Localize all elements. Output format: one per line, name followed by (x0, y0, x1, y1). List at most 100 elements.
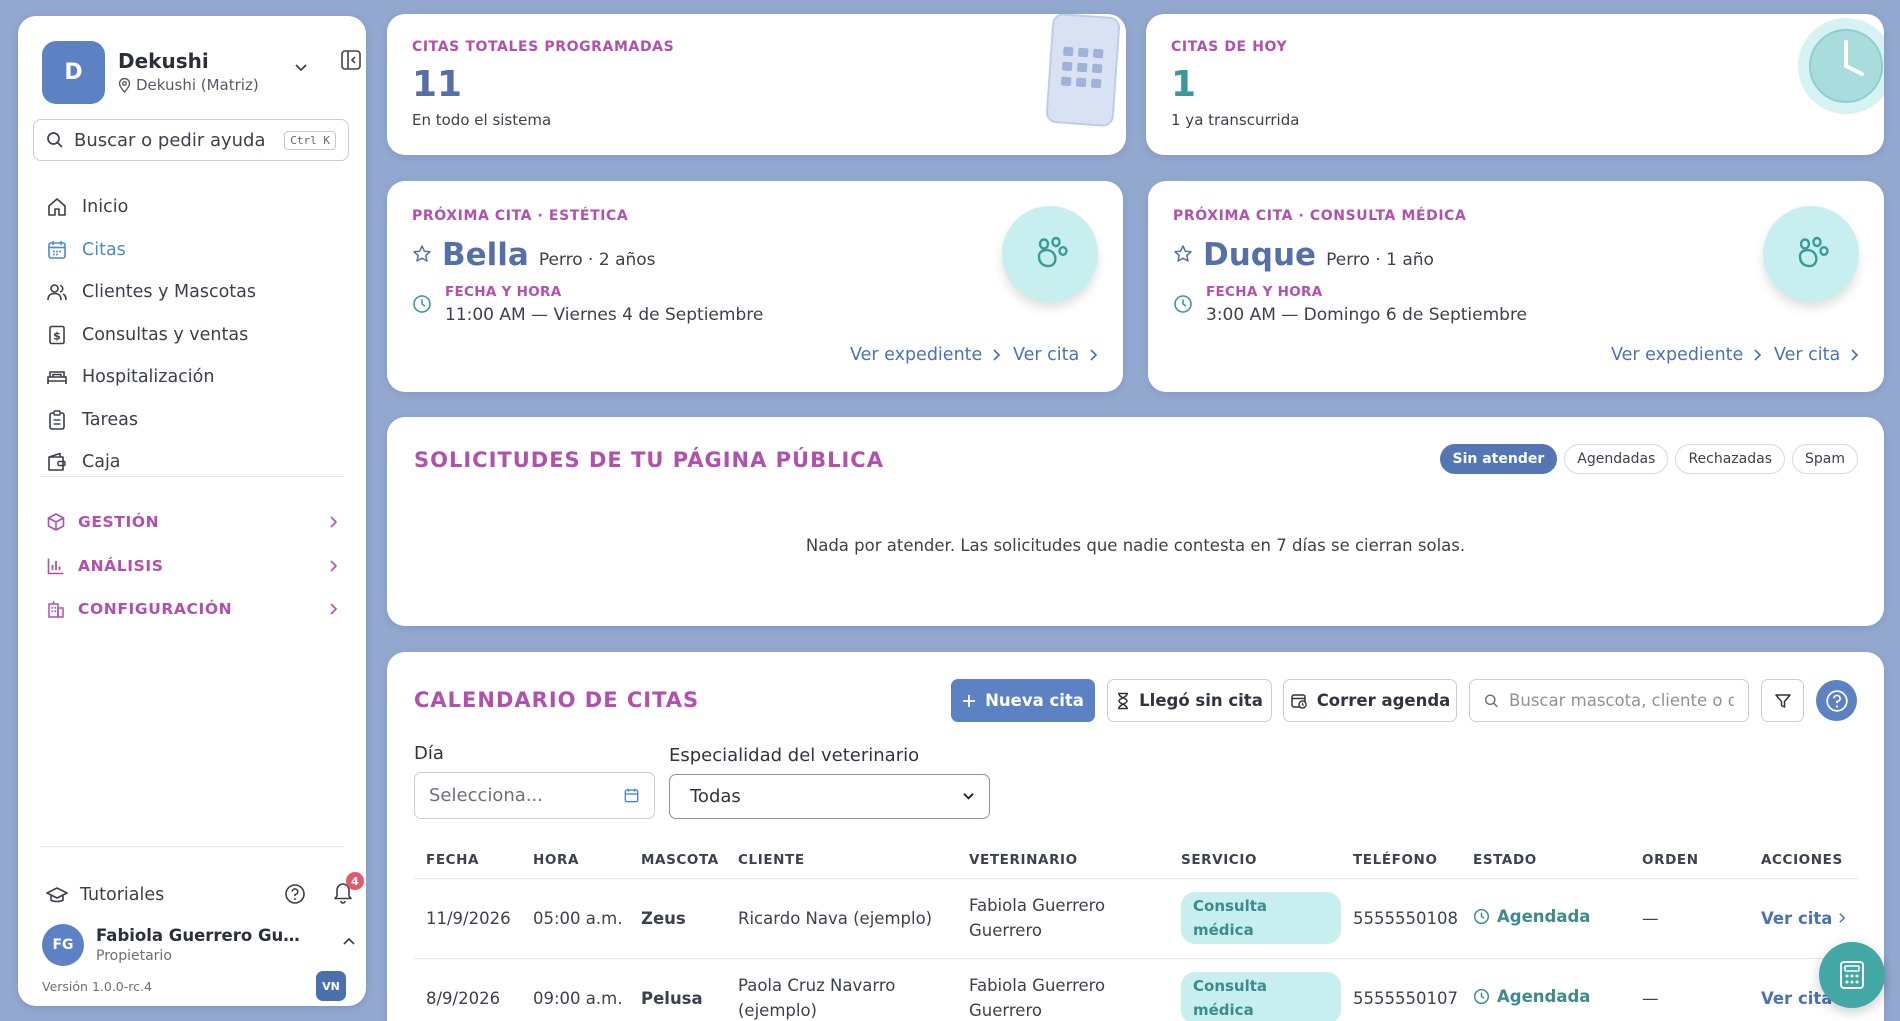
shortcut-hint: Ctrl K (284, 130, 336, 150)
nav-item-tareas[interactable]: Tareas (46, 399, 346, 442)
card-label: CITAS TOTALES PROGRAMADAS (412, 39, 675, 55)
search-icon (1484, 693, 1498, 707)
card-subtitle: En todo el sistema (412, 111, 552, 129)
bed-icon (47, 371, 67, 385)
column-header[interactable]: ORDEN (1630, 842, 1749, 879)
account-avatar: D (42, 41, 105, 104)
cell-mascota: Pelusa (629, 958, 726, 1021)
chevron-right-icon (1090, 349, 1098, 361)
nav-label: Citas (82, 239, 126, 260)
nav-item-consultas[interactable]: $ Consultas y ventas (46, 314, 346, 357)
cell-fecha: 8/9/2026 (414, 958, 521, 1021)
pet-detail: Perro · 1 año (1326, 250, 1434, 270)
calendar-icon (624, 788, 639, 803)
help-circle-icon (1825, 689, 1848, 712)
card-subtitle: 1 ya transcurrida (1171, 111, 1300, 129)
chevron-right-icon (330, 603, 338, 615)
column-header[interactable]: VETERINARIO (957, 842, 1169, 879)
table-row[interactable]: 8/9/2026 09:00 a.m. Pelusa Paola Cruz Na… (414, 958, 1858, 1021)
section-gestion[interactable]: GESTIÓN (46, 507, 346, 537)
home-icon (48, 198, 66, 217)
section-analisis[interactable]: ANÁLISIS (46, 551, 346, 581)
calendar-icon (48, 240, 66, 259)
specialty-select[interactable]: Todas (669, 774, 990, 819)
column-header[interactable]: HORA (521, 842, 629, 879)
collapse-sidebar-icon[interactable] (340, 49, 362, 71)
shift-schedule-button[interactable]: Correr agenda (1283, 679, 1457, 722)
chevron-right-icon (1839, 913, 1846, 923)
filter-rechazadas[interactable]: Rechazadas (1675, 444, 1785, 474)
nav-item-inicio[interactable]: Inicio (46, 186, 346, 229)
service-tag: Consulta médica (1181, 972, 1341, 1021)
link-label: Ver expediente (850, 345, 983, 365)
account-switcher[interactable]: D Dekushi Dekushi (Matriz) (42, 41, 361, 105)
filter-sin-atender[interactable]: Sin atender (1439, 444, 1558, 474)
nav-item-caja[interactable]: Caja (46, 441, 346, 484)
day-date-input[interactable]: Selecciona... (414, 772, 655, 819)
chevron-right-icon (1754, 349, 1762, 361)
cell-orden: — (1630, 878, 1749, 959)
column-header[interactable]: MASCOTA (629, 842, 726, 879)
calendar-help-button[interactable] (1816, 680, 1857, 721)
public-requests-card: SOLICITUDES DE TU PÁGINA PÚBLICA Sin ate… (387, 417, 1884, 626)
filter-agendadas[interactable]: Agendadas (1564, 444, 1669, 474)
view-record-link[interactable]: Ver expediente (850, 345, 1001, 365)
link-label: Ver cita (1013, 345, 1080, 365)
calendar-search-input[interactable]: Buscar mascota, cliente o do (1469, 679, 1749, 722)
day-filter-label: Día (414, 743, 444, 764)
view-appointment-link[interactable]: Ver cita (1013, 345, 1098, 365)
sidebar: D Dekushi Dekushi (Matriz) Buscar o pedi… (18, 16, 366, 1006)
column-header[interactable]: CLIENTE (726, 842, 957, 879)
card-label: PRÓXIMA CITA · CONSULTA MÉDICA (1173, 208, 1467, 224)
column-header[interactable]: TELÉFONO (1341, 842, 1461, 879)
link-label: Ver cita (1774, 345, 1841, 365)
version-badge[interactable]: VN (316, 971, 346, 1001)
cell-servicio: Consulta médica (1169, 878, 1341, 959)
star-icon[interactable] (1173, 244, 1193, 264)
section-title: SOLICITUDES DE TU PÁGINA PÚBLICA (414, 448, 884, 472)
account-branch: Dekushi (Matriz) (118, 76, 259, 94)
star-icon[interactable] (412, 244, 432, 264)
user-menu[interactable]: FG Fabiola Guerrero Guerrero Propietario (42, 922, 355, 972)
calendar-clock-icon (1290, 693, 1307, 709)
chart-icon (47, 558, 64, 575)
tutorials-link[interactable]: Tutoriales 4 (46, 872, 364, 912)
nav-label: Caja (82, 452, 121, 473)
filter-spam[interactable]: Spam (1792, 444, 1858, 474)
pet-name: Bella (442, 237, 529, 273)
view-record-link[interactable]: Ver expediente (1611, 345, 1762, 365)
nav-item-hospitalizacion[interactable]: Hospitalización (46, 356, 346, 399)
chevron-down-icon[interactable] (294, 63, 308, 73)
cell-hora: 09:00 a.m. (521, 958, 629, 1021)
view-appointment-link[interactable]: Ver cita (1774, 345, 1859, 365)
paw-icon (1037, 236, 1068, 268)
nav-item-citas[interactable]: Citas (46, 229, 346, 272)
paw-bubble (1763, 206, 1859, 302)
column-header[interactable]: ESTADO (1461, 842, 1630, 879)
wallet-icon (48, 452, 66, 472)
global-search[interactable]: Buscar o pedir ayuda Ctrl K (33, 119, 349, 161)
calculator-fab[interactable] (1819, 942, 1885, 1008)
new-appointment-button[interactable]: Nueva cita (951, 679, 1095, 722)
search-placeholder: Buscar mascota, cliente o do (1509, 691, 1734, 710)
table-row[interactable]: 11/9/2026 05:00 a.m. Zeus Ricardo Nava (… (414, 878, 1858, 959)
section-label: GESTIÓN (78, 513, 160, 531)
column-header[interactable]: SERVICIO (1169, 842, 1341, 879)
chevron-right-icon (330, 560, 338, 572)
users-icon (47, 284, 67, 301)
section-configuracion[interactable]: CONFIGURACIÓN (46, 594, 346, 624)
cell-estado: Agendada (1461, 958, 1630, 1021)
help-circle-icon[interactable] (284, 883, 306, 905)
button-label: Correr agenda (1316, 691, 1451, 710)
section-label: ANÁLISIS (78, 557, 164, 575)
column-header[interactable]: FECHA (414, 842, 521, 879)
filter-button[interactable] (1761, 679, 1804, 722)
total-appointments-card: CITAS TOTALES PROGRAMADAS 11 En todo el … (387, 14, 1126, 155)
calculator-illustration-icon (1045, 14, 1121, 127)
appointments-table: FECHA HORA MASCOTA CLIENTE VETERINARIO S… (414, 842, 1858, 1021)
nav-item-clientes[interactable]: Clientes y Mascotas (46, 271, 346, 314)
paw-bubble (1002, 206, 1098, 302)
view-appointment-link[interactable]: Ver cita (1761, 906, 1846, 931)
select-value: Todas (690, 786, 741, 807)
walk-in-button[interactable]: Llegó sin cita (1107, 679, 1272, 722)
